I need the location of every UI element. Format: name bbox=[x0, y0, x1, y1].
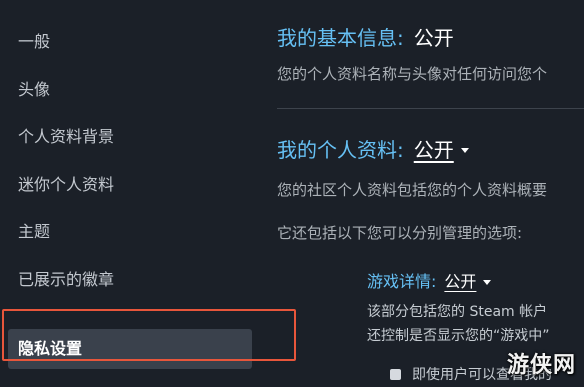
game-details-dropdown[interactable]: 公开 bbox=[444, 271, 476, 293]
sidebar-item-profile-background[interactable]: 个人资料背景 bbox=[18, 127, 114, 147]
sidebar-item-avatar[interactable]: 头像 bbox=[18, 80, 50, 100]
game-details-description-line1: 该部分包括您的 Steam 帐户 bbox=[367, 304, 548, 320]
chevron-down-icon[interactable] bbox=[483, 279, 492, 285]
settings-sidebar: 一般 头像 个人资料背景 迷你个人资料 主题 已展示的徽章 隐私设置 bbox=[0, 0, 265, 387]
watermark-logo: 游侠网 bbox=[506, 353, 576, 378]
sidebar-item-mini-profile[interactable]: 迷你个人资料 bbox=[18, 175, 114, 195]
game-details-description-line2: 还控制是否显示您的“游戏中” bbox=[367, 328, 550, 344]
privacy-settings-panel: 我的基本信息: 公开 您的个人资料名称与头像对任何访问您个 我的个人资料: 公开… bbox=[277, 0, 584, 387]
sidebar-item-theme[interactable]: 主题 bbox=[18, 222, 50, 242]
sidebar-item-general[interactable]: 一般 bbox=[18, 32, 50, 52]
sidebar-item-featured-badge[interactable]: 已展示的徽章 bbox=[18, 270, 114, 290]
game-details-title: 游戏详情: bbox=[367, 272, 437, 291]
sidebar-item-privacy-settings[interactable]: 隐私设置 bbox=[18, 339, 82, 359]
game-details-section: 游戏详情: 公开 该部分包括您的 Steam 帐户 还控制是否显示您的“游戏中” bbox=[367, 0, 584, 387]
checkbox-icon[interactable] bbox=[390, 369, 401, 380]
game-details-row: 游戏详情: 公开 bbox=[367, 271, 492, 293]
